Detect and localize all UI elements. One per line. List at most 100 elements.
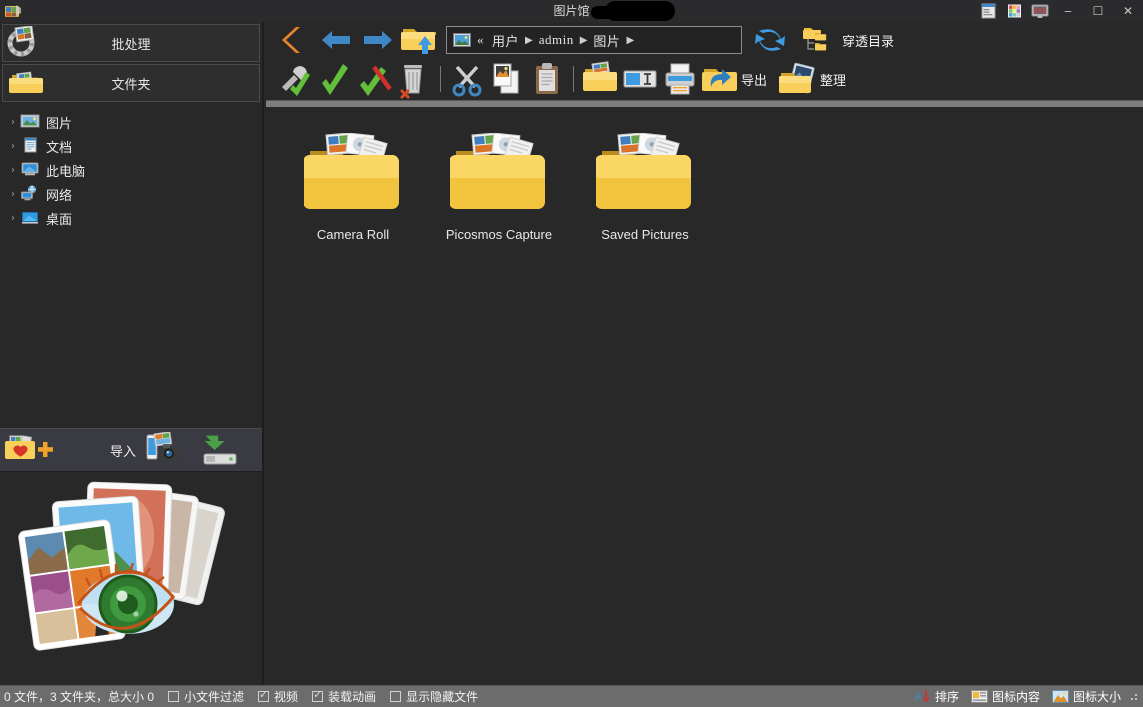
- forward-arrow-icon[interactable]: [358, 23, 398, 57]
- checkbox-label: 装载动画: [328, 688, 376, 705]
- picosmos-app-icon: [2, 0, 24, 22]
- list-item[interactable]: Picosmos Capture: [426, 129, 572, 242]
- sidebar-item-desktop[interactable]: › 桌面: [0, 206, 262, 230]
- organize-icon[interactable]: [779, 59, 819, 99]
- favorite-add-icon[interactable]: [2, 432, 58, 468]
- breadcrumb-separator-icon[interactable]: ▶: [626, 35, 634, 46]
- copy-icon[interactable]: [487, 59, 527, 99]
- breadcrumb-prefix: «: [477, 32, 484, 48]
- checkbox-box[interactable]: [258, 691, 269, 702]
- import-bar: 导入: [0, 428, 262, 472]
- resize-grip[interactable]: [1129, 692, 1139, 702]
- chevron-right-icon[interactable]: ›: [6, 165, 20, 176]
- import-label: 导入: [110, 441, 136, 460]
- sidebar-item-documents[interactable]: › 文档: [0, 134, 262, 158]
- folder-button[interactable]: 文件夹: [2, 64, 260, 102]
- sort-button[interactable]: A 排序: [914, 688, 959, 705]
- folder-grid: Camera Roll: [266, 115, 1143, 242]
- checkbox-box[interactable]: [168, 691, 179, 702]
- organize-label: 整理: [820, 70, 846, 89]
- title-bar: 图片馆: [0, 0, 1143, 22]
- breadcrumb[interactable]: « 用户 ▶ admin ▶ 图片 ▶: [446, 26, 742, 54]
- picosmos-image-browser-window: 图片馆: [0, 0, 1143, 707]
- export-icon[interactable]: [700, 59, 740, 99]
- navigation-bar: « 用户 ▶ admin ▶ 图片 ▶: [266, 22, 1143, 58]
- icon-content-button[interactable]: 图标内容: [971, 688, 1040, 705]
- paste-icon[interactable]: [527, 59, 567, 99]
- color-palette-icon[interactable]: [1001, 0, 1027, 22]
- status-right-controls: A 排序 图标内容: [902, 688, 1139, 705]
- batch-process-icon: [7, 26, 47, 60]
- screen-monitor-icon[interactable]: [1027, 0, 1053, 22]
- minimize-button[interactable]: ‒: [1053, 0, 1083, 22]
- through-directory-button[interactable]: 穿透目录: [802, 25, 894, 55]
- document-view-icon[interactable]: [975, 0, 1001, 22]
- sidebar-item-label: 桌面: [46, 209, 72, 228]
- list-item[interactable]: Camera Roll: [280, 129, 426, 242]
- toolbar-divider: [440, 66, 441, 92]
- print-icon[interactable]: [660, 59, 700, 99]
- breadcrumb-separator-icon[interactable]: ▶: [525, 35, 533, 46]
- small-file-filter-checkbox[interactable]: 小文件过滤: [168, 688, 244, 705]
- checkbox-label: 显示隐藏文件: [406, 688, 478, 705]
- icon-content-icon: [971, 689, 988, 704]
- folder-name: Picosmos Capture: [446, 227, 552, 242]
- this-pc-icon: [20, 161, 42, 179]
- sort-label: 排序: [935, 688, 959, 705]
- chevron-right-icon[interactable]: ›: [6, 213, 20, 224]
- pictures-icon: [20, 113, 42, 131]
- checkbox-box[interactable]: [390, 691, 401, 702]
- breadcrumb-part-users[interactable]: 用户: [492, 31, 519, 50]
- cut-icon[interactable]: [447, 59, 487, 99]
- icon-size-icon: [1052, 689, 1069, 704]
- chevron-right-icon[interactable]: ›: [6, 189, 20, 200]
- checkbox-label: 视频: [274, 688, 298, 705]
- import-section: 导入: [0, 428, 262, 685]
- refresh-icon[interactable]: [750, 23, 790, 57]
- import-device-icon[interactable]: [146, 432, 190, 468]
- select-all-icon[interactable]: [314, 59, 354, 99]
- sidebar-item-network[interactable]: › 网络: [0, 182, 262, 206]
- import-disk-icon[interactable]: [200, 432, 244, 468]
- picture-folder-icon: [450, 133, 548, 215]
- sidebar-item-this-pc[interactable]: › 此电脑: [0, 158, 262, 182]
- breadcrumb-part-admin[interactable]: admin: [539, 32, 574, 48]
- collapse-left-icon[interactable]: [274, 23, 314, 57]
- folder-tree: › 图片 ›: [0, 110, 262, 230]
- back-arrow-icon[interactable]: [316, 23, 356, 57]
- picture-folder-icon: [304, 133, 402, 215]
- toolbar-separator: [266, 100, 1143, 107]
- icon-size-button[interactable]: 图标大小: [1052, 688, 1121, 705]
- sort-icon: A: [914, 689, 931, 704]
- status-summary: 0 文件，3 文件夹，总大小 0: [4, 688, 154, 705]
- rename-icon[interactable]: [620, 59, 660, 99]
- up-folder-icon[interactable]: [400, 23, 440, 57]
- show-hidden-files-checkbox[interactable]: 显示隐藏文件: [390, 688, 478, 705]
- batch-process-button[interactable]: 批处理: [2, 24, 260, 62]
- documents-icon: [20, 137, 42, 155]
- sidebar-item-label: 网络: [46, 185, 72, 204]
- chevron-right-icon[interactable]: ›: [6, 141, 20, 152]
- main-panel: « 用户 ▶ admin ▶ 图片 ▶: [266, 22, 1143, 685]
- chevron-right-icon[interactable]: ›: [6, 117, 20, 128]
- left-panel: 批处理 文件夹 ›: [0, 22, 264, 685]
- desktop-icon: [20, 209, 42, 227]
- checkbox-box[interactable]: [312, 691, 323, 702]
- video-checkbox[interactable]: 视频: [258, 688, 298, 705]
- breadcrumb-part-pictures[interactable]: 图片: [593, 31, 620, 50]
- through-directory-icon: [802, 25, 840, 55]
- new-folder-icon[interactable]: [580, 59, 620, 99]
- list-item[interactable]: Saved Pictures: [572, 129, 718, 242]
- load-animation-checkbox[interactable]: 装载动画: [312, 688, 376, 705]
- delete-icon[interactable]: [394, 59, 434, 99]
- close-button[interactable]: ✕: [1113, 0, 1143, 22]
- sidebar-item-label: 图片: [46, 113, 72, 132]
- maximize-button[interactable]: ☐: [1083, 0, 1113, 22]
- picosmos-tools-logo: [0, 472, 262, 682]
- toolbar: 导出 整理: [266, 58, 1143, 100]
- breadcrumb-separator-icon[interactable]: ▶: [580, 35, 588, 46]
- select-tool-icon[interactable]: [274, 59, 314, 99]
- file-grid-area[interactable]: Camera Roll: [266, 115, 1143, 685]
- sidebar-item-pictures[interactable]: › 图片: [0, 110, 262, 134]
- deselect-all-icon[interactable]: [354, 59, 394, 99]
